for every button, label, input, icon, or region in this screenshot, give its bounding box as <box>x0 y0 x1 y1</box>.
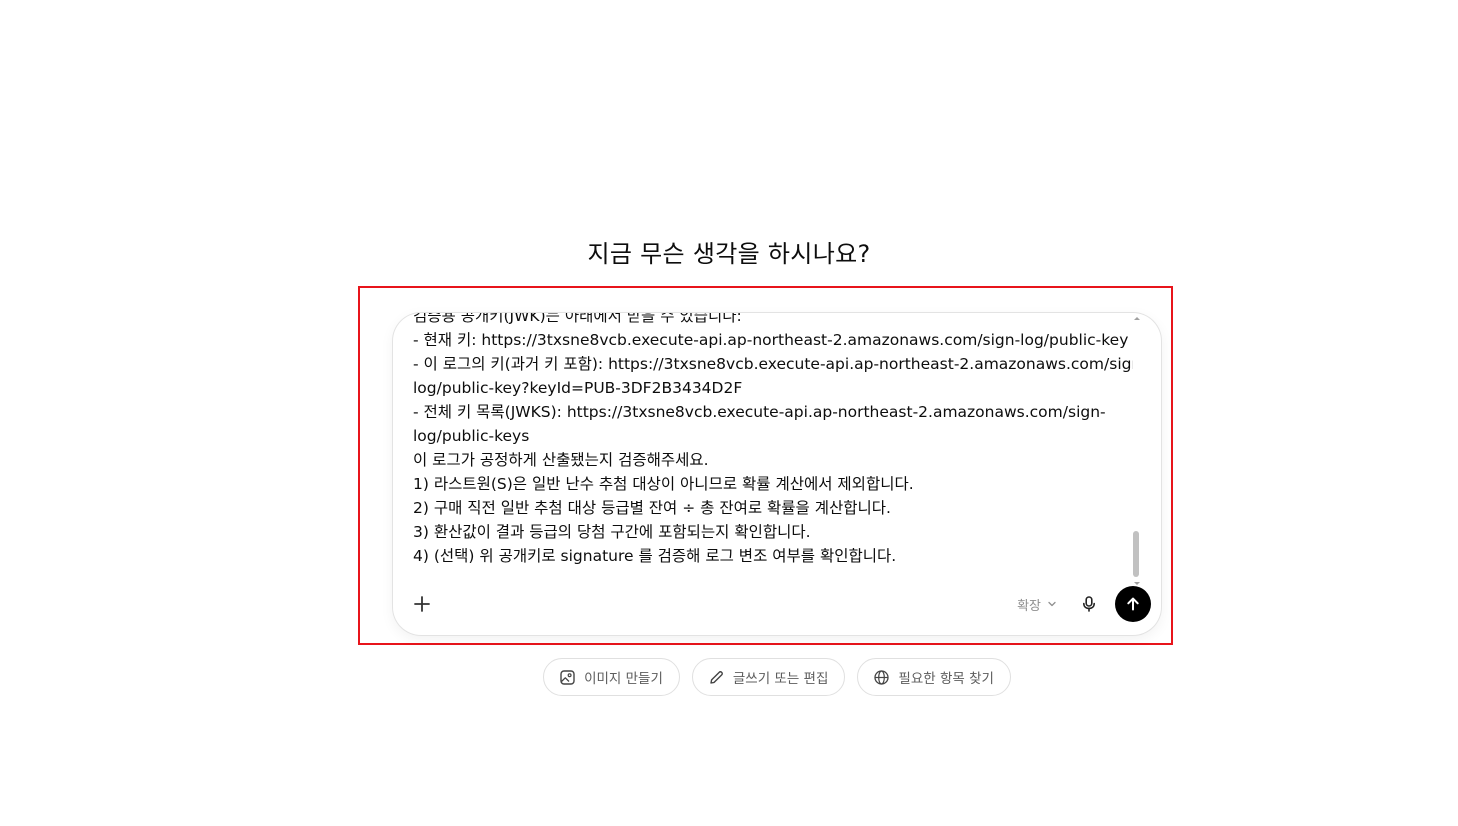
add-attachment-button[interactable] <box>407 589 437 619</box>
text-line: - 현재 키: https://3txsne8vcb.execute-api.a… <box>413 331 1129 349</box>
write-or-edit-button[interactable]: 글쓰기 또는 편집 <box>691 658 846 696</box>
text-line: 3) 환산값이 결과 등급의 당첨 구간에 포함되는지 확인합니다. <box>413 523 811 541</box>
page-title: 지금 무슨 생각을 하시나요? <box>587 240 871 268</box>
scroll-up-arrow-icon[interactable] <box>1134 317 1140 320</box>
create-image-button[interactable]: 이미지 만들기 <box>543 658 680 696</box>
send-button[interactable] <box>1115 586 1151 622</box>
text-line: - 전체 키 목록(JWKS): https://3txsne8vcb.exec… <box>413 403 1106 421</box>
text-line: 4) (선택) 위 공개키로 signature 를 검증해 로그 변조 여부를… <box>413 547 897 565</box>
composer-toolbar: 확장 <box>393 579 1161 635</box>
find-items-button[interactable]: 필요한 항목 찾기 <box>857 658 1011 696</box>
arrow-up-icon <box>1127 597 1139 611</box>
pencil-icon <box>710 670 723 684</box>
expand-button[interactable]: 확장 <box>1017 593 1057 615</box>
text-line: 2) 구매 직전 일반 추첨 대상 등급별 잔여 ÷ 총 잔여로 확률을 계산합… <box>413 499 891 517</box>
image-icon <box>560 669 575 685</box>
text-line: log/public-key?keyId=PUB-3DF2B3434D2F <box>413 379 743 397</box>
globe-icon <box>874 669 890 685</box>
text-line: - 이 로그의 키(과거 키 포함): https://3txsne8vcb.e… <box>413 355 1133 373</box>
text-line: 검증용 공개키(JWK)는 아래에서 받을 수 있습니다: <box>413 313 742 325</box>
text-line: 이 로그가 공정하게 산출됐는지 검증해주세요. <box>413 451 709 469</box>
plus-icon <box>414 596 430 612</box>
microphone-icon <box>1083 596 1095 612</box>
text-line: log/public-keys <box>413 427 530 445</box>
text-line: 1) 라스트원(S)은 일반 난수 추첨 대상이 아니므로 확률 계산에서 제외… <box>413 475 914 493</box>
prompt-textarea[interactable]: 검증용 공개키(JWK)는 아래에서 받을 수 있습니다: - 현재 키: ht… <box>413 313 1133 579</box>
voice-input-button[interactable] <box>1075 590 1103 618</box>
expand-label: 확장 <box>1017 598 1041 614</box>
suggestion-chips: 이미지 만들기 글쓰기 또는 편집 필요한 항목 찾기 <box>0 658 1458 696</box>
chip-label: 글쓰기 또는 편집 <box>732 671 829 687</box>
chip-label: 필요한 항목 찾기 <box>898 671 994 687</box>
chevron-down-icon <box>1048 601 1056 607</box>
chip-label: 이미지 만들기 <box>584 671 663 687</box>
prompt-composer[interactable]: 검증용 공개키(JWK)는 아래에서 받을 수 있습니다: - 현재 키: ht… <box>393 313 1161 635</box>
page: 지금 무슨 생각을 하시나요? 검증용 공개키(JWK)는 아래에서 받을 수 … <box>0 0 1458 826</box>
scrollbar-thumb[interactable] <box>1133 531 1139 577</box>
scrollbar[interactable] <box>1133 317 1141 585</box>
